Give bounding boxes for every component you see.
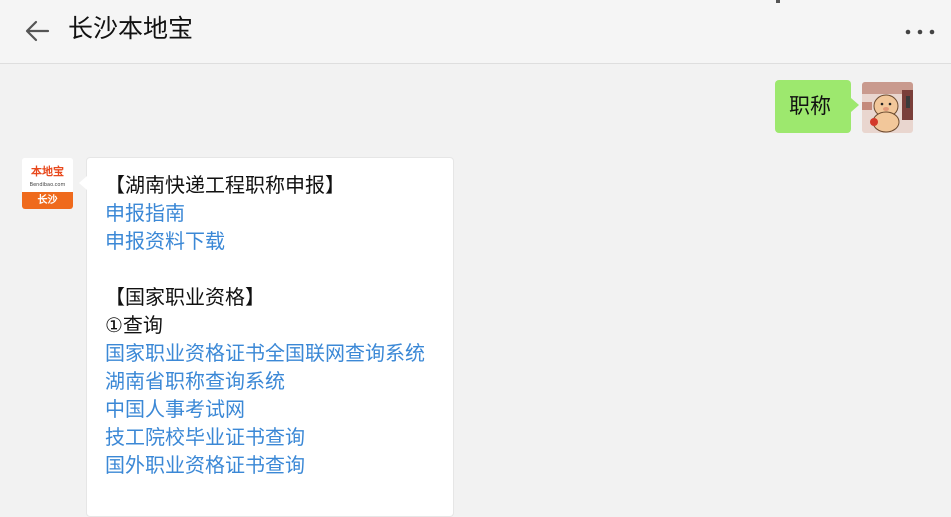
more-dots-icon [905, 29, 935, 35]
cartoon-pig-avatar-icon [862, 82, 913, 133]
logo-city-label: 长沙 [22, 192, 73, 209]
section-heading-qualification: 【国家职业资格】 [105, 285, 265, 309]
user-avatar[interactable] [862, 82, 913, 133]
link-personnel-exam[interactable]: 中国人事考试网 [105, 395, 453, 423]
link-foreign-certificate[interactable]: 国外职业资格证书查询 [105, 451, 453, 479]
arrow-left-icon [25, 20, 50, 42]
official-account-avatar[interactable]: 本地宝 Bendibao.com 长沙 [22, 158, 73, 209]
svg-text:Bendibao.com: Bendibao.com [30, 182, 66, 188]
more-button[interactable] [903, 24, 937, 40]
top-bar: 长沙本地宝 [0, 0, 951, 64]
bendibao-logo-icon: 本地宝 Bendibao.com [22, 158, 73, 192]
link-apply-guide[interactable]: 申报指南 [105, 199, 453, 227]
link-hunan-title-query[interactable]: 湖南省职称查询系统 [105, 367, 453, 395]
link-technical-school[interactable]: 技工院校毕业证书查询 [105, 423, 453, 451]
page-title: 长沙本地宝 [68, 14, 194, 43]
logo-top: 本地宝 Bendibao.com [22, 158, 73, 192]
status-mark [776, 0, 780, 3]
svg-text:本地宝: 本地宝 [31, 164, 64, 178]
outgoing-message-row: 职称 [713, 80, 913, 134]
link-national-query[interactable]: 国家职业资格证书全国联网查询系统 [105, 339, 453, 367]
section-heading-express: 【湖南快递工程职称申报】 [105, 173, 345, 197]
subheading-query: ①查询 [105, 313, 163, 337]
outgoing-bubble[interactable]: 职称 [775, 80, 859, 133]
link-apply-materials[interactable]: 申报资料下载 [105, 227, 453, 255]
back-button[interactable] [20, 14, 54, 48]
incoming-message-bubble: 【湖南快递工程职称申报】 申报指南 申报资料下载 【国家职业资格】 ①查询 国家… [79, 157, 454, 517]
